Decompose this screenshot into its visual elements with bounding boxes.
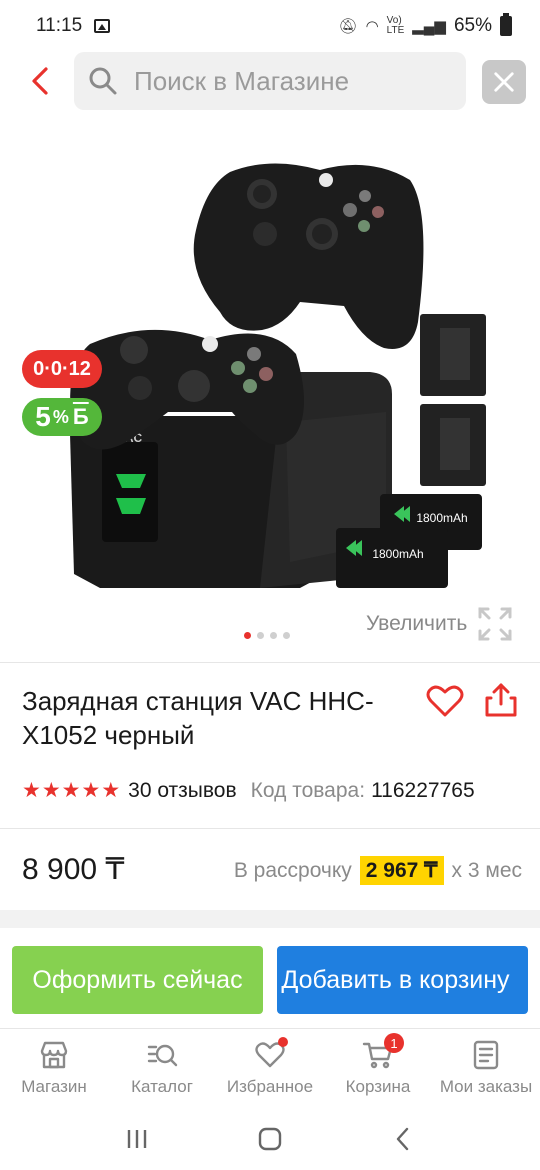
- status-icons: 🔕︎ ◠ Vo) LTE ▂▄▆ 65%: [338, 13, 512, 37]
- nav-label-favorites: Избранное: [226, 1077, 314, 1096]
- add-to-cart-label: Добавить в корзину: [281, 965, 510, 994]
- battery-percent: 65%: [453, 15, 492, 36]
- installment-suffix: х 3 мес: [451, 858, 522, 882]
- signal-icon: ▂▄▆: [412, 18, 446, 35]
- store-icon: [40, 1041, 68, 1069]
- notification-dot: [278, 1037, 288, 1047]
- installment-info[interactable]: В рассрочку 2 967 ₸ х 3 мес: [234, 856, 522, 885]
- installment-prefix: В рассрочку: [233, 858, 352, 882]
- chevron-left-icon: [32, 67, 48, 95]
- product-code-label: Код товара:: [250, 778, 366, 802]
- star-icon: ★: [61, 779, 81, 802]
- system-navigation-bar: [0, 1108, 540, 1170]
- search-icon: [89, 67, 117, 95]
- rating-row: ★ ★ ★ ★ ★ 30 отзывов Код товара: 116227765: [22, 778, 475, 803]
- search-input[interactable]: [134, 65, 454, 97]
- back-nav-icon[interactable]: [388, 1124, 418, 1154]
- nav-item-catalog[interactable]: Каталог: [108, 1029, 216, 1108]
- reviews-link[interactable]: 30 отзывов: [128, 779, 237, 803]
- share-icon: [485, 683, 517, 717]
- bonus-value: 5: [35, 401, 51, 432]
- orders-list-icon: [473, 1040, 499, 1070]
- battery-label-front: 1800mAh: [372, 547, 423, 561]
- divider: [0, 662, 540, 663]
- status-time: 11:15: [36, 15, 83, 36]
- bonus-currency: Б: [72, 404, 89, 429]
- installment-badge: 0·0·12: [22, 350, 102, 388]
- pagination-dot[interactable]: [270, 632, 277, 639]
- section-separator: [0, 910, 540, 928]
- pagination-dot-active[interactable]: [244, 632, 251, 639]
- buy-now-label: Оформить сейчас: [32, 965, 243, 994]
- buy-now-button[interactable]: Оформить сейчас: [12, 946, 263, 1014]
- bottom-navigation: Магазин Каталог Избранное 1 Корзина Мои …: [0, 1028, 540, 1108]
- gallery-notification-icon: [94, 19, 111, 33]
- rating-stars: ★ ★ ★ ★ ★: [22, 778, 120, 803]
- product-image[interactable]: VAC 1800mAh 1800mAh: [0, 122, 540, 662]
- cart-count-badge: 1: [384, 1033, 404, 1053]
- wifi-icon: ◠: [365, 18, 379, 35]
- divider: [0, 828, 540, 829]
- nav-label-cart: Корзина: [345, 1077, 411, 1096]
- battery-icon: [500, 13, 512, 36]
- bonus-badge: 5% Б: [22, 398, 102, 436]
- favorite-button[interactable]: [426, 684, 464, 718]
- battery-label-back: 1800mAh: [416, 511, 467, 525]
- product-title: Зарядная станция VAC HHC-X1052 черный: [22, 686, 374, 750]
- heart-icon: [426, 685, 464, 717]
- product-price: 8 900 ₸: [22, 853, 125, 886]
- product-gallery[interactable]: VAC 1800mAh 1800mAh 0·0·12 5%Б Увеличить: [0, 122, 540, 662]
- search-header: [0, 52, 540, 110]
- expand-icon: [478, 607, 512, 641]
- nav-label-shop: Магазин: [21, 1077, 87, 1096]
- pagination-dot[interactable]: [283, 632, 290, 639]
- star-icon: ★: [41, 779, 61, 802]
- catalog-search-icon: [147, 1044, 178, 1067]
- pagination-dot[interactable]: [257, 632, 264, 639]
- add-to-cart-button[interactable]: Добавить в корзину: [277, 946, 528, 1014]
- close-icon: [494, 72, 514, 92]
- nav-item-favorites[interactable]: Избранное: [216, 1029, 324, 1108]
- status-bar: 11:15 🔕︎ ◠ Vo) LTE ▂▄▆ 65%: [0, 0, 540, 52]
- share-button[interactable]: [484, 682, 518, 718]
- bonus-percent: %: [52, 406, 69, 427]
- nav-label-catalog: Каталог: [131, 1077, 193, 1096]
- star-icon: ★: [22, 779, 41, 802]
- search-bar[interactable]: [74, 52, 466, 110]
- nav-label-orders: Мои заказы: [439, 1077, 533, 1096]
- product-code: 116227765: [371, 778, 475, 802]
- mute-icon: 🔕︎: [338, 18, 358, 35]
- back-button[interactable]: [24, 62, 56, 100]
- recent-apps-icon[interactable]: [122, 1124, 152, 1154]
- installment-amount: 2 967 ₸: [359, 856, 444, 885]
- zoom-button[interactable]: Увеличить: [366, 606, 513, 642]
- nav-item-orders[interactable]: Мои заказы: [432, 1029, 540, 1108]
- star-icon: ★: [81, 779, 101, 802]
- zoom-label: Увеличить: [366, 612, 468, 635]
- price-row: 8 900 ₸ В рассрочку 2 967 ₸ х 3 мес: [22, 848, 522, 894]
- star-icon: ★: [101, 779, 121, 802]
- nav-item-shop[interactable]: Магазин: [0, 1029, 108, 1108]
- home-icon[interactable]: [255, 1124, 285, 1154]
- volte-icon: Vo) LTE: [386, 15, 405, 36]
- gallery-pagination: [244, 632, 290, 639]
- close-button[interactable]: [482, 60, 526, 104]
- nav-item-cart[interactable]: 1 Корзина: [324, 1029, 432, 1108]
